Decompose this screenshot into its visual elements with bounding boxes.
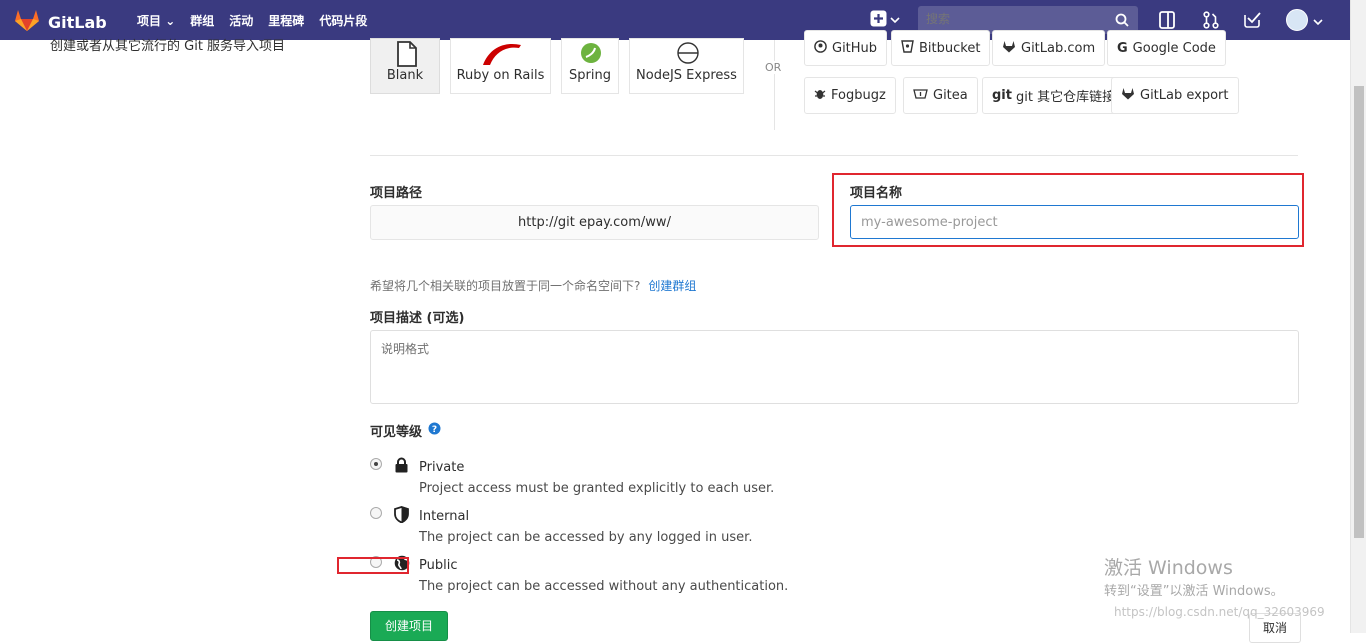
rails-icon xyxy=(481,41,525,69)
template-spring[interactable]: Spring xyxy=(561,38,619,94)
search-input[interactable] xyxy=(926,12,1106,26)
visibility-internal-radio[interactable] xyxy=(370,507,382,519)
group-hint: 希望将几个相关联的项目放置于同一个命名空间下? 创建群组 xyxy=(370,277,696,294)
visibility-private-radio[interactable] xyxy=(370,458,382,470)
template-ruby-on-rails[interactable]: Ruby on Rails xyxy=(450,38,551,94)
chevron-down-icon xyxy=(890,13,900,28)
shield-icon xyxy=(394,506,409,527)
visibility-public-desc: The project can be accessed without any … xyxy=(419,579,789,594)
import-label: Gitea xyxy=(933,88,968,103)
template-label: Ruby on Rails xyxy=(456,68,545,83)
new-dropdown-button[interactable] xyxy=(870,10,900,31)
import-gitlab-com-button[interactable]: GitLab.com xyxy=(992,30,1106,66)
project-name-input[interactable] xyxy=(850,205,1299,239)
project-path-prefix: http://git epay.com/ww/ xyxy=(370,205,819,240)
brand-name: GitLab xyxy=(48,12,107,32)
windows-activation-watermark-subtitle: 转到“设置”以激活 Windows。 xyxy=(1104,584,1284,599)
import-git-repo-url-button[interactable]: git git 其它仓库链接 xyxy=(982,77,1126,114)
import-gitea-button[interactable]: Gitea xyxy=(903,77,978,114)
visibility-private-title: Private xyxy=(419,460,465,475)
project-name-label: 项目名称 xyxy=(850,186,903,201)
search-icon[interactable] xyxy=(1115,13,1129,31)
project-path-label: 项目路径 xyxy=(370,186,423,201)
visibility-level-heading: 可见等级 ? xyxy=(370,421,441,440)
import-label: Fogbugz xyxy=(831,88,886,103)
git-icon: git xyxy=(992,88,1012,103)
help-question-icon[interactable]: ? xyxy=(428,422,441,439)
nav-item-activity[interactable]: 活动 xyxy=(229,12,253,29)
chevron-down-icon: ⌄ xyxy=(165,14,176,28)
todo-check-icon[interactable] xyxy=(1244,11,1261,32)
visibility-level-label: 可见等级 xyxy=(370,425,423,440)
visibility-private-desc: Project access must be granted explicitl… xyxy=(419,481,775,496)
import-intro-text: 创建或者从其它流行的 Git 服务导入项目 xyxy=(50,39,286,54)
visibility-internal-title: Internal xyxy=(419,509,470,524)
template-blank[interactable]: Blank xyxy=(370,38,440,94)
import-label: GitHub xyxy=(832,40,878,56)
windows-activation-watermark-title: 激活 Windows xyxy=(1104,557,1233,579)
project-description-label: 项目描述 (可选) xyxy=(370,311,465,326)
import-label: GitLab export xyxy=(1140,88,1229,103)
group-hint-text: 希望将几个相关联的项目放置于同一个命名空间下? xyxy=(370,279,641,293)
annotation-highlight-box xyxy=(337,557,409,574)
plus-square-icon xyxy=(870,10,887,31)
template-label: Spring xyxy=(569,68,611,83)
gitea-icon xyxy=(913,87,928,104)
brand[interactable]: GitLab xyxy=(14,8,107,36)
create-group-link[interactable]: 创建群组 xyxy=(648,279,696,293)
bug-icon xyxy=(814,87,826,104)
nav-item-groups[interactable]: 群组 xyxy=(190,12,214,29)
gitlab-icon xyxy=(1121,87,1135,104)
import-gitlab-export-button[interactable]: GitLab export xyxy=(1111,77,1239,114)
nav-item-projects[interactable]: 项目 ⌄ xyxy=(137,12,175,29)
import-bitbucket-button[interactable]: Bitbucket xyxy=(891,30,991,66)
nav-menu: 项目 ⌄ 群组 活动 里程碑 代码片段 xyxy=(137,12,367,29)
import-label: GitLab.com xyxy=(1021,40,1096,56)
project-description-input[interactable] xyxy=(370,330,1299,404)
or-label: OR xyxy=(764,61,783,74)
nodejs-icon xyxy=(676,41,700,69)
import-github-button[interactable]: GitHub xyxy=(804,30,888,66)
import-label: git 其它仓库链接 xyxy=(1015,90,1116,105)
import-label: Google Code xyxy=(1132,40,1216,56)
template-nodejs-express[interactable]: NodeJS Express xyxy=(629,38,744,94)
scrollbar-thumb[interactable] xyxy=(1354,86,1364,538)
blog-url-watermark: https://blog.csdn.net/qq_32603969 xyxy=(1114,605,1325,619)
or-divider xyxy=(774,40,775,130)
svg-text:?: ? xyxy=(432,425,437,435)
template-label: Blank xyxy=(386,68,424,83)
user-avatar[interactable] xyxy=(1286,9,1308,31)
chevron-down-icon[interactable] xyxy=(1313,15,1323,30)
section-divider xyxy=(370,155,1298,156)
nav-item-milestones[interactable]: 里程碑 xyxy=(268,12,304,29)
nav-item-snippets[interactable]: 代码片段 xyxy=(319,12,367,29)
gitlab-logo-icon xyxy=(14,8,40,36)
visibility-internal-desc: The project can be accessed by any logge… xyxy=(419,530,753,545)
nav-item-label: 项目 xyxy=(137,14,162,28)
google-icon: G xyxy=(1117,40,1128,56)
create-project-button[interactable]: 创建项目 xyxy=(370,611,448,641)
visibility-public-title: Public xyxy=(419,558,458,573)
spring-icon xyxy=(579,41,603,69)
github-icon xyxy=(814,39,827,57)
import-label: Bitbucket xyxy=(919,40,981,56)
template-label: NodeJS Express xyxy=(636,68,737,83)
bitbucket-icon xyxy=(901,39,914,57)
page-scrollbar[interactable] xyxy=(1350,0,1366,633)
import-fogbugz-button[interactable]: Fogbugz xyxy=(804,77,896,114)
blank-file-icon xyxy=(396,41,418,71)
gitlab-icon xyxy=(1002,40,1016,57)
lock-icon xyxy=(394,457,409,477)
import-google-code-button[interactable]: G Google Code xyxy=(1107,30,1226,66)
